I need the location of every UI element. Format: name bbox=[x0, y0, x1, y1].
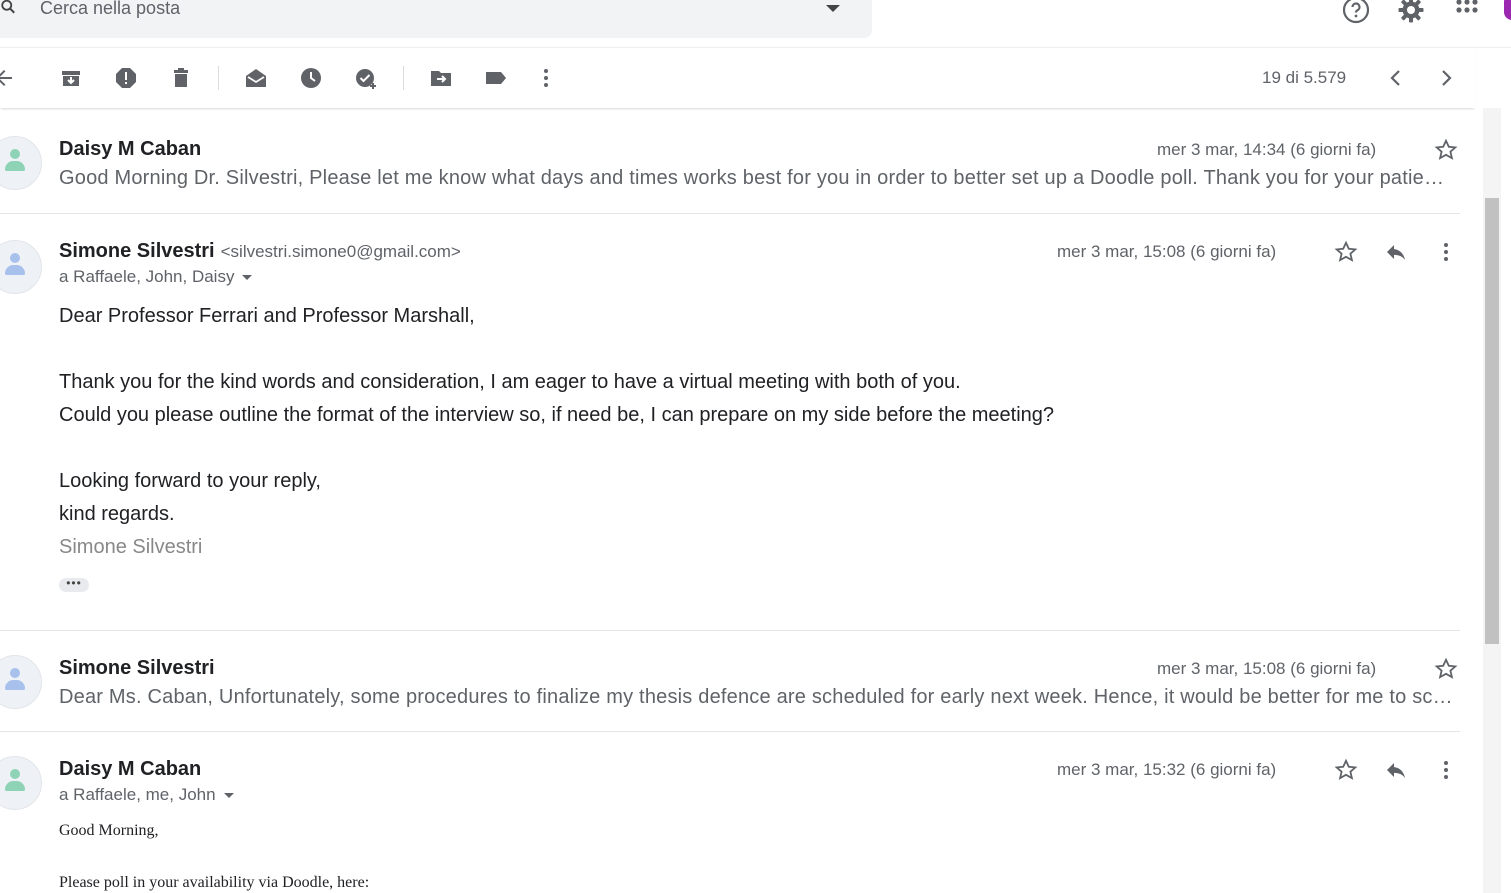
show-trimmed-content-button[interactable]: ••• bbox=[59, 577, 89, 592]
more-vert-icon[interactable] bbox=[1434, 240, 1458, 264]
message-date: mer 3 mar, 14:34 (6 giorni fa) bbox=[1157, 140, 1377, 159]
thread-message-expanded: Daisy M Caban mer 3 mar, 15:32 (6 giorni… bbox=[0, 732, 1460, 893]
sender-avatar bbox=[0, 756, 42, 810]
toolbar-divider bbox=[403, 66, 404, 90]
body-paragraph-line: Please poll in your availability via Doo… bbox=[59, 874, 370, 891]
report-spam-icon[interactable] bbox=[114, 66, 138, 90]
search-input[interactable]: Cerca nella posta bbox=[40, 0, 180, 19]
add-to-tasks-icon[interactable] bbox=[354, 66, 378, 90]
body-paragraph-line: Could you please outline the format of t… bbox=[59, 404, 1055, 426]
body-greeting: Dear Professor Ferrari and Professor Mar… bbox=[59, 305, 475, 327]
search-icon[interactable] bbox=[0, 0, 18, 18]
sender-email: <silvestri.simone0@gmail.com> bbox=[220, 242, 461, 261]
pagination-counter: 19 di 5.579 bbox=[1262, 68, 1347, 87]
recipients-line[interactable]: a Raffaele, John, Daisy bbox=[59, 267, 253, 287]
search-bar[interactable]: Cerca nella posta bbox=[0, 0, 872, 38]
recipients-dropdown-icon[interactable] bbox=[223, 793, 234, 799]
message-snippet: Good Morning Dr. Silvestri, Please let m… bbox=[59, 167, 1454, 189]
reply-icon[interactable] bbox=[1384, 240, 1408, 264]
body-greeting: Good Morning, bbox=[59, 822, 159, 839]
message-date: mer 3 mar, 15:08 (6 giorni fa) bbox=[1057, 242, 1277, 261]
star-icon[interactable] bbox=[1334, 758, 1358, 782]
message-date: mer 3 mar, 15:32 (6 giorni fa) bbox=[1057, 760, 1277, 779]
star-icon[interactable] bbox=[1434, 138, 1458, 162]
thread-message-collapsed[interactable]: Daisy M Caban mer 3 mar, 14:34 (6 giorni… bbox=[0, 114, 1460, 214]
back-arrow-icon[interactable] bbox=[0, 66, 16, 90]
snooze-icon[interactable] bbox=[299, 66, 323, 90]
mark-unread-icon[interactable] bbox=[244, 66, 268, 90]
more-vert-icon[interactable] bbox=[534, 66, 558, 90]
more-vert-icon[interactable] bbox=[1434, 758, 1458, 782]
thread-message-collapsed[interactable]: Simone Silvestri mer 3 mar, 15:08 (6 gio… bbox=[0, 631, 1460, 731]
sender-name: Daisy M Caban bbox=[59, 758, 202, 780]
thread-message-expanded: Simone Silvestri <silvestri.simone0@gmail… bbox=[0, 214, 1460, 630]
archive-icon[interactable] bbox=[59, 66, 83, 90]
sender-avatar bbox=[0, 655, 42, 709]
toolbar-divider bbox=[218, 66, 219, 90]
older-chevron-right-icon[interactable] bbox=[1434, 66, 1458, 90]
star-icon[interactable] bbox=[1434, 657, 1458, 681]
labels-icon[interactable] bbox=[484, 66, 508, 90]
sender-avatar bbox=[0, 136, 42, 190]
account-avatar[interactable] bbox=[1504, 0, 1511, 20]
scrollbar-thumb[interactable] bbox=[1485, 198, 1499, 644]
settings-gear-icon[interactable] bbox=[1397, 0, 1425, 24]
body-closing: kind regards. bbox=[59, 503, 175, 525]
newer-chevron-left-icon[interactable] bbox=[1384, 66, 1408, 90]
search-options-caret-icon[interactable] bbox=[826, 5, 840, 12]
sender-avatar bbox=[0, 240, 42, 294]
recipients-dropdown-icon[interactable] bbox=[242, 275, 253, 281]
sender-name: Simone Silvestri bbox=[59, 657, 215, 679]
message-toolbar: 19 di 5.579 bbox=[0, 48, 1475, 108]
body-paragraph-line: Thank you for the kind words and conside… bbox=[59, 371, 961, 393]
body-closing: Looking forward to your reply, bbox=[59, 470, 321, 492]
delete-icon[interactable] bbox=[169, 66, 193, 90]
body-signature: Simone Silvestri bbox=[59, 536, 203, 558]
top-bar: Cerca nella posta bbox=[0, 0, 1511, 48]
star-icon[interactable] bbox=[1334, 240, 1358, 264]
sender-name: Simone Silvestri <silvestri.simone0@gmail… bbox=[59, 240, 461, 262]
sender-name: Daisy M Caban bbox=[59, 138, 202, 160]
apps-grid-icon[interactable] bbox=[1453, 0, 1481, 24]
reply-icon[interactable] bbox=[1384, 758, 1408, 782]
help-icon[interactable] bbox=[1342, 0, 1370, 24]
message-snippet: Dear Ms. Caban, Unfortunately, some proc… bbox=[59, 686, 1454, 708]
message-date: mer 3 mar, 15:08 (6 giorni fa) bbox=[1157, 659, 1377, 678]
recipients-line[interactable]: a Raffaele, me, John bbox=[59, 785, 234, 805]
move-to-icon[interactable] bbox=[429, 66, 453, 90]
